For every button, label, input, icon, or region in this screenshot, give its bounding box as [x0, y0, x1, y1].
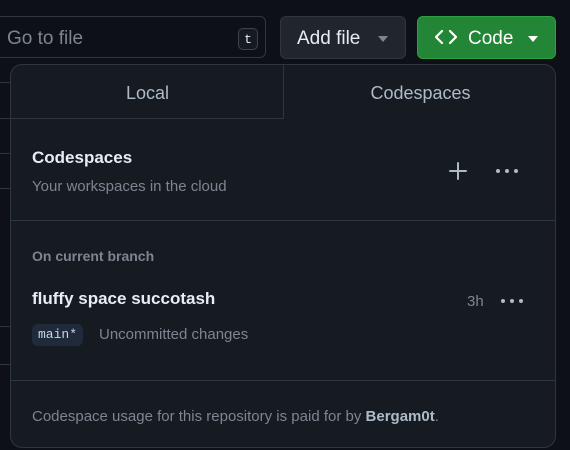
codespace-status: Uncommitted changes — [99, 326, 249, 343]
billing-note: Codespace usage for this repository is p… — [32, 408, 439, 425]
chevron-down-icon — [528, 36, 538, 42]
section-label: On current branch — [32, 248, 155, 264]
add-file-label: Add file — [297, 28, 361, 49]
tab-codespaces[interactable]: Codespaces — [283, 65, 555, 119]
billing-text: Codespace usage for this repository is p… — [32, 408, 366, 425]
search-placeholder: Go to file — [7, 28, 84, 49]
footer-divider — [11, 380, 555, 381]
billing-suffix: . — [434, 408, 439, 425]
codespaces-heading: Codespaces — [32, 148, 133, 167]
code-icon — [435, 29, 457, 45]
chevron-down-icon — [378, 36, 388, 42]
popover-tabs: Local Codespaces — [11, 65, 555, 119]
billing-owner: Bergam0t — [365, 408, 435, 425]
go-to-file-input[interactable]: Go to file t — [0, 16, 266, 58]
codespace-age: 3h — [467, 293, 484, 310]
codespace-name[interactable]: fluffy space succotash — [32, 289, 215, 309]
more-options-icon[interactable] — [495, 165, 519, 177]
code-label: Code — [468, 28, 514, 49]
branch-badge: main* — [32, 324, 84, 346]
code-button[interactable]: Code — [417, 16, 556, 59]
keyboard-shortcut-badge: t — [238, 28, 258, 50]
add-file-button[interactable]: Add file — [280, 16, 406, 59]
codespace-more-options-icon[interactable] — [500, 295, 524, 307]
plus-icon[interactable] — [447, 160, 469, 182]
codespaces-subtitle: Your workspaces in the cloud — [32, 178, 227, 195]
tab-local[interactable]: Local — [11, 65, 284, 119]
section-divider — [11, 220, 555, 221]
clone-popover: Local Codespaces Codespaces Your workspa… — [10, 64, 556, 448]
